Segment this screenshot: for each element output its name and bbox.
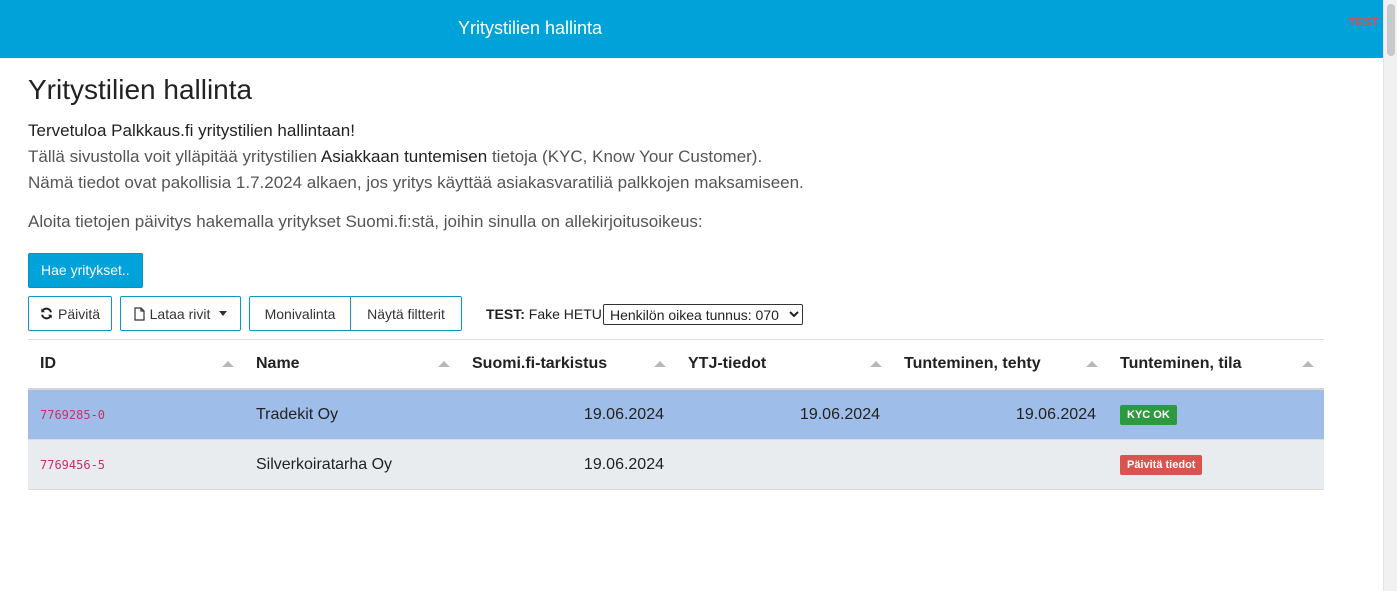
suomifi-date: 19.06.2024: [583, 405, 664, 423]
vertical-scrollbar[interactable]: [1383, 0, 1397, 591]
kyc-done-date: 19.06.2024: [1015, 405, 1096, 423]
grid-toolbar: Päivitä Lataa rivit Monivalinta Näytä fi…: [28, 296, 828, 331]
ytj-date: 19.06.2024: [799, 405, 880, 423]
intro-line-2-emphasis: Asiakkaan tuntemisen: [320, 147, 488, 166]
test-prefix: TEST:: [486, 306, 525, 322]
column-header-label: Tunteminen, tehty: [904, 355, 1041, 372]
refresh-label: Päivitä: [57, 305, 101, 322]
welcome-text: Tervetuloa Palkkaus.fi yritystilien hall…: [28, 121, 355, 140]
company-id[interactable]: 7769456-5: [28, 440, 244, 489]
environment-label: TEST: [1348, 15, 1379, 29]
sort-icon: [1302, 361, 1314, 367]
column-header-label: Name: [256, 355, 300, 372]
load-rows-button[interactable]: Lataa rivit: [120, 296, 241, 331]
top-bar: Yritystilien hallinta TEST: [0, 0, 1383, 58]
refresh-button[interactable]: Päivitä: [28, 296, 112, 331]
app-title: Yritystilien hallinta: [458, 18, 603, 38]
company-id[interactable]: 7769285-0: [28, 390, 244, 439]
fake-hetu-select[interactable]: Henkilön oikea tunnus: 070: [603, 304, 803, 325]
intro-line-2-end: tietoja (KYC, Know Your Customer).: [487, 147, 763, 166]
column-header-suomifi[interactable]: Suomi.fi-tarkistus: [460, 340, 676, 388]
column-header-kyc-status[interactable]: Tunteminen, tila: [1108, 340, 1324, 388]
fetch-companies-button[interactable]: Hae yritykset..: [28, 253, 143, 288]
sort-icon: [1086, 361, 1098, 367]
fake-hetu-label: TEST: Fake HETU:: [486, 306, 606, 322]
load-rows-label: Lataa rivit: [149, 305, 211, 322]
status-badge[interactable]: Päivitä tiedot: [1120, 454, 1203, 475]
column-header-label: Tunteminen, tila: [1120, 355, 1242, 372]
scrollbar-thumb[interactable]: [1387, 4, 1395, 56]
multiselect-button[interactable]: Monivalinta: [249, 296, 351, 331]
column-header-label: ID: [40, 355, 56, 372]
show-filters-button[interactable]: Näytä filtterit: [350, 296, 462, 331]
start-instructions: Aloita tietojen päivitys hakemalla yrity…: [28, 212, 703, 231]
kyc-status-cell: KYC OK: [1108, 390, 1324, 439]
column-header-label: YTJ-tiedot: [688, 355, 767, 372]
sort-icon: [438, 361, 450, 367]
refresh-icon: [41, 307, 52, 320]
status-badge: KYC OK: [1120, 404, 1177, 425]
chevron-down-icon: [219, 311, 228, 316]
kyc-status-cell: Päivitä tiedot: [1108, 440, 1324, 489]
intro-line-3: Nämä tiedot ovat pakollisia 1.7.2024 alk…: [28, 173, 804, 192]
companies-table: ID Name Suomi.fi-tarkistus YTJ-tiedot Tu…: [28, 339, 1324, 490]
table-header: ID Name Suomi.fi-tarkistus YTJ-tiedot Tu…: [28, 340, 1324, 390]
table-row[interactable]: 7769285-0 Tradekit Oy 19.06.2024 19.06.2…: [28, 390, 1324, 440]
company-name: Silverkoiratarha Oy: [256, 455, 393, 473]
ytj-date: [676, 440, 892, 489]
sort-icon: [870, 361, 882, 367]
column-header-kyc-done[interactable]: Tunteminen, tehty: [892, 340, 1108, 388]
sort-icon: [222, 361, 234, 367]
kyc-done-date: [892, 440, 1108, 489]
sort-icon: [654, 361, 666, 367]
table-row[interactable]: 7769456-5 Silverkoiratarha Oy 19.06.2024…: [28, 440, 1324, 490]
file-icon: [134, 306, 145, 321]
column-header-name[interactable]: Name: [244, 340, 460, 388]
suomifi-date: 19.06.2024: [583, 455, 664, 473]
intro-line-2: Tällä sivustolla voit ylläpitää yritysti…: [28, 144, 804, 170]
intro-text: Tervetuloa Palkkaus.fi yritystilien hall…: [28, 118, 804, 196]
column-header-id[interactable]: ID: [28, 340, 244, 388]
column-header-label: Suomi.fi-tarkistus: [472, 355, 608, 372]
fake-hetu-text: Fake HETU:: [528, 306, 606, 322]
column-header-ytj[interactable]: YTJ-tiedot: [676, 340, 892, 388]
page-title: Yritystilien hallinta: [28, 74, 253, 105]
intro-line-2-start: Tällä sivustolla voit ylläpitää yritysti…: [28, 147, 321, 166]
company-name: Tradekit Oy: [256, 405, 339, 423]
